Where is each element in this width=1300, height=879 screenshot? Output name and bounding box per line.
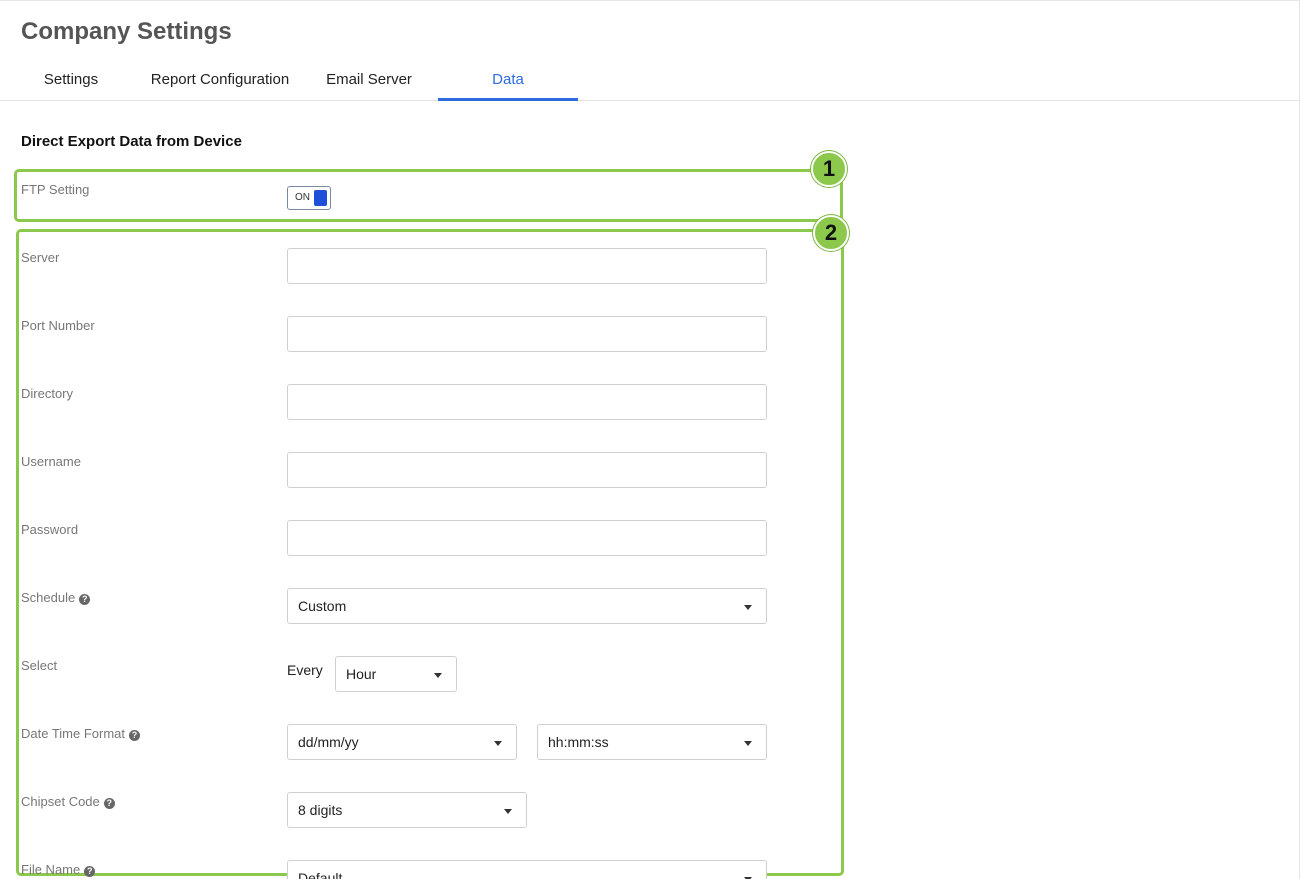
date-time-format-label: Date Time Format [21, 726, 126, 741]
frequency-selected-value: Hour [346, 666, 377, 682]
page-top-border [0, 0, 1300, 1]
select-label: Select [21, 658, 58, 673]
chipset-code-select[interactable]: 8 digits [287, 792, 527, 828]
time-format-select[interactable]: hh:mm:ss [537, 724, 767, 760]
server-label: Server [21, 250, 60, 265]
chipset-code-selected-value: 8 digits [298, 802, 343, 818]
tab-data[interactable]: Data [438, 60, 578, 101]
file-name-label-row: File Name? [21, 862, 96, 877]
toggle-state-label: ON [295, 192, 310, 203]
section-title: Direct Export Data from Device [21, 133, 242, 150]
tab-report-configuration[interactable]: Report Configuration [140, 60, 300, 100]
date-format-select[interactable]: dd/mm/yy [287, 724, 517, 760]
date-time-format-label-row: Date Time Format? [21, 726, 141, 741]
annotation-box-1 [14, 169, 843, 222]
server-input[interactable] [287, 248, 767, 284]
every-text: Every [287, 662, 323, 678]
frequency-select[interactable]: Hour [335, 656, 457, 692]
caret-down-icon [744, 605, 752, 610]
chipset-code-label: Chipset Code [21, 794, 100, 809]
annotation-badge-2: 2 [813, 215, 849, 251]
password-input[interactable] [287, 520, 767, 556]
port-number-label: Port Number [21, 318, 95, 333]
schedule-label: Schedule [21, 590, 76, 605]
schedule-selected-value: Custom [298, 598, 347, 614]
annotation-badge-1: 1 [811, 151, 847, 187]
ftp-setting-label: FTP Setting [21, 182, 90, 197]
caret-down-icon [494, 741, 502, 746]
caret-down-icon [434, 673, 442, 678]
password-label: Password [21, 522, 79, 537]
question-circle-icon[interactable]: ? [129, 730, 141, 741]
directory-label: Directory [21, 386, 74, 401]
question-circle-icon[interactable]: ? [79, 594, 91, 605]
time-format-selected-value: hh:mm:ss [548, 734, 609, 750]
page-title: Company Settings [21, 18, 232, 45]
tab-settings[interactable]: Settings [21, 60, 121, 100]
question-circle-icon[interactable]: ? [84, 866, 96, 877]
directory-input[interactable] [287, 384, 767, 420]
file-name-label: File Name [21, 862, 81, 877]
tab-email-server[interactable]: Email Server [314, 60, 424, 100]
caret-down-icon [504, 809, 512, 814]
port-number-input[interactable] [287, 316, 767, 352]
file-name-selected-value: Default [298, 870, 343, 879]
chipset-code-label-row: Chipset Code? [21, 794, 115, 809]
tab-bar: Settings Report Configuration Email Serv… [0, 60, 1300, 101]
username-label: Username [21, 454, 81, 469]
username-input[interactable] [287, 452, 767, 488]
date-format-selected-value: dd/mm/yy [298, 734, 359, 750]
ftp-toggle[interactable]: ON [287, 186, 331, 210]
file-name-select[interactable]: Default [287, 860, 767, 879]
caret-down-icon [744, 741, 752, 746]
schedule-label-row: Schedule? [21, 590, 91, 605]
schedule-select[interactable]: Custom [287, 588, 767, 624]
toggle-knob [314, 190, 327, 206]
question-circle-icon[interactable]: ? [103, 798, 115, 809]
